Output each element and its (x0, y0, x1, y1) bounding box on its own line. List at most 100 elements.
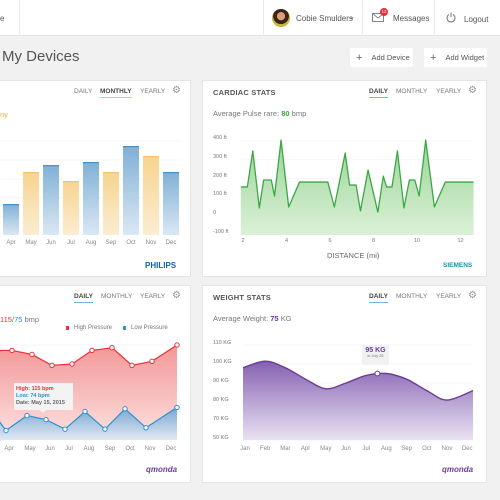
bar-nov (143, 156, 159, 235)
x-tick-label: Apr (300, 446, 311, 452)
user-name: Cobie Smulders (296, 14, 353, 23)
avg-weight-label: Average Weight: (213, 314, 271, 323)
high-point (109, 345, 115, 351)
weight-area (243, 361, 473, 440)
low-point (102, 426, 108, 432)
logout-label: Logout (464, 15, 489, 24)
messages-button[interactable]: 12 Messages (370, 8, 430, 28)
tab-daily[interactable]: DAILY (74, 293, 93, 303)
low-point (24, 412, 30, 419)
highlight-point (374, 370, 381, 377)
y-tick-label: 400 ft (213, 135, 227, 141)
bar-cap (143, 156, 159, 158)
tab-yearly[interactable]: YEARLY (436, 293, 461, 302)
gear-icon[interactable]: ⚙ (468, 290, 477, 301)
y-tick-label: 100 ft (213, 191, 227, 198)
x-tick-label: Oct (125, 446, 135, 452)
high-point (149, 358, 155, 364)
high-point (49, 362, 55, 369)
x-tick-label: Oct (126, 240, 136, 246)
x-tick-label: Dec (461, 446, 473, 452)
tab-daily[interactable]: DAILY (369, 293, 388, 303)
legend-high: High Pressure (74, 325, 113, 331)
bar-cap (163, 172, 179, 174)
x-tick-label: Aug (85, 240, 97, 246)
add-widget-button[interactable]: + Add Widget (424, 48, 487, 67)
x-tick-label: Nov (144, 446, 156, 452)
bar-cap (123, 146, 139, 148)
cardiac-title: CARDIAC STATS (213, 88, 276, 97)
legend-swatch-high (66, 326, 69, 330)
tab-daily[interactable]: DAILY (369, 88, 388, 98)
bar-dec (163, 172, 179, 235)
avg-weight-value: 75 (270, 314, 279, 323)
x-tick-label: 6 (328, 238, 332, 244)
divider (19, 0, 20, 36)
add-device-button[interactable]: + Add Device (350, 48, 413, 67)
gear-icon[interactable]: ⚙ (172, 85, 181, 96)
bar-cap (103, 172, 119, 174)
bar-cap (63, 181, 79, 183)
cardiac-area-chart (240, 139, 474, 236)
user-menu[interactable]: Cobie Smulders ⌄ (272, 9, 360, 28)
tab-yearly[interactable]: YEARLY (140, 88, 165, 97)
tab-daily[interactable]: DAILY (74, 88, 92, 97)
avg-pulse-label: Average Pulse rare: (213, 109, 282, 118)
high-point (89, 347, 95, 354)
avatar (272, 9, 290, 27)
x-tick-label: Aug (381, 446, 392, 452)
x-tick-label: Apr (6, 240, 16, 246)
low-point (174, 404, 180, 411)
x-tick-label: Mar (280, 446, 291, 452)
weight-area-chart (242, 344, 474, 441)
logout-button[interactable]: Logout (444, 8, 492, 28)
siemens-logo: SIEMENS (443, 262, 473, 269)
avg-high: 115 (0, 315, 12, 324)
x-tick-label: Jul (65, 446, 73, 452)
low-point (122, 406, 128, 412)
avg-weight-unit: KG (278, 314, 292, 323)
tab-monthly[interactable]: MONTHLY (101, 293, 132, 302)
high-point (129, 362, 135, 369)
x-tick-label: Aug (83, 446, 95, 452)
weight-tooltip: 95 KG in July 25 (362, 345, 389, 365)
x-tick-label: May (320, 446, 332, 452)
tooltip-high: High: 115 bpm (16, 386, 54, 392)
bar-cap (43, 165, 59, 167)
gear-icon[interactable]: ⚙ (172, 290, 181, 301)
x-tick-label: May (24, 446, 36, 452)
y-tick-label: 50 KG (213, 435, 229, 441)
x-tick-label: Sep (105, 240, 117, 246)
y-tick-label: 90 KG (213, 378, 229, 384)
gear-icon[interactable]: ⚙ (468, 85, 477, 96)
tab-yearly[interactable]: YEARLY (436, 88, 461, 97)
low-point (43, 416, 49, 423)
tab-monthly[interactable]: MONTHLY (396, 88, 427, 97)
x-tick-label: Nov (145, 240, 157, 246)
messages-badge: 12 (380, 8, 388, 16)
nav-item-partial[interactable]: e (0, 14, 4, 23)
x-tick-label: Jan (240, 446, 250, 452)
y-tick-label: 0 (213, 210, 217, 216)
x-tick-label: Apr (4, 446, 14, 452)
tooltip-date: Date: May 15, 2015 (16, 400, 65, 406)
y-tick-label: -100 ft (213, 228, 229, 235)
x-tick-label: Jun (45, 446, 55, 452)
y-tick-label: 80 KG (213, 397, 229, 403)
chevron-down-icon: ⌄ (349, 14, 355, 21)
plus-icon: + (430, 51, 437, 64)
x-tick-label: Nov (441, 446, 453, 452)
tab-monthly[interactable]: MONTHLY (396, 293, 427, 302)
low-point (143, 425, 149, 431)
avg-pulse: Average Pulse rare: 80 bmp (213, 109, 306, 118)
tooltip-date: in July 25 (367, 354, 384, 358)
plus-icon: + (356, 51, 363, 64)
divider (434, 0, 435, 36)
avg-weight: Average Weight: 75 KG (213, 314, 292, 323)
divider (263, 0, 264, 36)
power-icon (446, 12, 456, 23)
tab-monthly[interactable]: MONTHLY (100, 88, 132, 98)
tab-yearly[interactable]: YEARLY (140, 293, 165, 302)
high-point (9, 347, 15, 354)
high-point (69, 361, 75, 367)
